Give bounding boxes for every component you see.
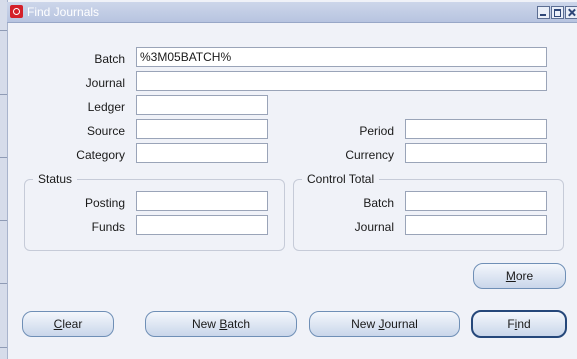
control-total-group-title: Control Total <box>302 172 380 186</box>
ledger-label: Ledger <box>87 100 125 114</box>
find-button-label-post: nd <box>517 317 531 331</box>
funds-label: Funds <box>91 220 125 234</box>
maximize-icon[interactable] <box>551 6 564 19</box>
new-journal-button-label-pre: New <box>351 317 379 331</box>
ledger-field[interactable] <box>136 95 268 115</box>
edge-tick <box>0 157 7 158</box>
close-icon[interactable] <box>565 6 577 19</box>
batch-label: Batch <box>94 52 125 66</box>
category-label: Category <box>76 148 125 162</box>
more-button-label-key: M <box>505 269 516 283</box>
oracle-logo-icon <box>10 5 23 18</box>
window-title-bar[interactable]: Find Journals <box>7 2 577 23</box>
more-button[interactable]: More <box>473 263 566 289</box>
new-journal-button[interactable]: New Journal <box>309 311 460 337</box>
control-journal-field[interactable] <box>405 215 547 235</box>
currency-label: Currency <box>345 148 394 162</box>
control-journal-label: Journal <box>354 220 394 234</box>
new-batch-button-label-pre: New <box>191 317 220 331</box>
edge-tick <box>0 283 7 284</box>
more-button-label-post: ore <box>515 269 534 283</box>
clear-button-label-post: lear <box>62 317 83 331</box>
new-batch-button-label-post: atch <box>227 317 251 331</box>
new-batch-button[interactable]: New Batch <box>145 311 297 337</box>
batch-field[interactable] <box>136 47 547 67</box>
currency-field[interactable] <box>405 143 547 163</box>
background-window-edge <box>0 0 8 359</box>
source-field[interactable] <box>136 119 268 139</box>
find-button-label-pre: F <box>507 317 515 331</box>
status-group-title: Status <box>33 172 78 186</box>
journal-field[interactable] <box>136 71 547 91</box>
posting-label: Posting <box>84 196 125 210</box>
edge-tick <box>0 220 7 221</box>
period-field[interactable] <box>405 119 547 139</box>
clear-button[interactable]: Clear <box>22 311 114 337</box>
edge-tick <box>0 30 7 31</box>
edge-tick <box>0 94 7 95</box>
source-label: Source <box>86 124 125 138</box>
window-title: Find Journals <box>27 5 100 19</box>
posting-field[interactable] <box>136 191 268 211</box>
journal-label: Journal <box>85 76 125 90</box>
funds-field[interactable] <box>136 215 268 235</box>
new-journal-button-label-post: ournal <box>384 317 418 331</box>
period-label: Period <box>359 124 394 138</box>
edge-tick <box>0 347 7 348</box>
minimize-icon[interactable] <box>537 6 550 19</box>
control-batch-label: Batch <box>363 196 394 210</box>
category-field[interactable] <box>136 143 268 163</box>
find-button[interactable]: Find <box>471 310 567 338</box>
control-batch-field[interactable] <box>405 191 547 211</box>
